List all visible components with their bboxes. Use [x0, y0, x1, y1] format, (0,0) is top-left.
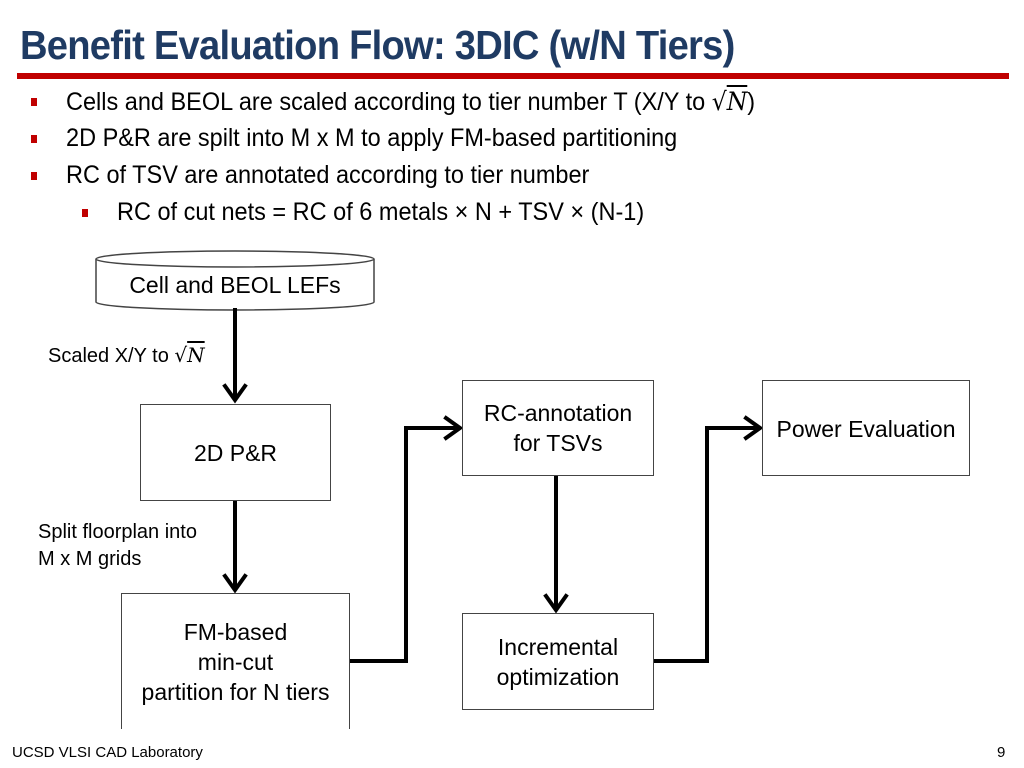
footer-lab-name: UCSD VLSI CAD Laboratory	[12, 744, 203, 761]
node-fm-partition: FM-based min-cut partition for N tiers	[121, 593, 350, 729]
sqrt-n-math: √N	[174, 343, 205, 367]
node-incremental-optimization: Incremental optimization	[462, 613, 654, 710]
node-power-evaluation: Power Evaluation	[762, 380, 970, 476]
page-number: 9	[997, 744, 1006, 761]
node-2d-pnr: 2D P&R	[140, 404, 331, 501]
edge-label-split: Split floorplan into M x M grids	[38, 521, 197, 570]
arrow-fm-to-rc	[348, 426, 460, 663]
node-cell-beol-lefs: Cell and BEOL LEFs	[129, 272, 341, 298]
arrow-incr-to-power	[652, 426, 760, 663]
edge-label-scaled: Scaled X/Y to √N	[48, 343, 205, 367]
node-rc-annotation: RC-annotation for TSVs	[462, 380, 654, 476]
